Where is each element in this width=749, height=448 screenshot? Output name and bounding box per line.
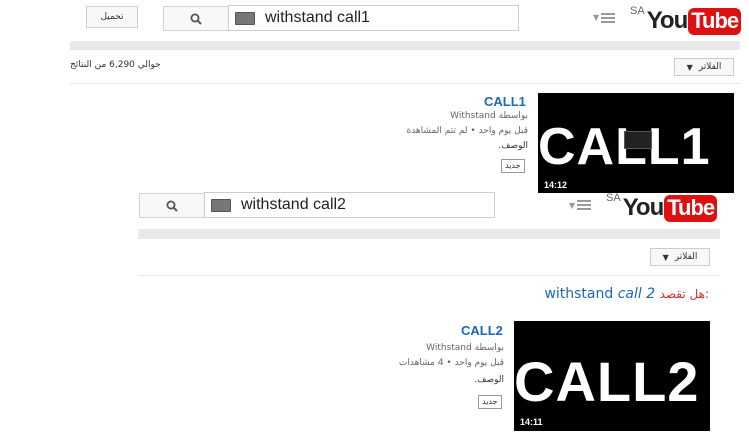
menu-icon[interactable]	[601, 13, 615, 23]
results-divider-2	[138, 275, 720, 276]
new-badge-2: جديد	[478, 395, 502, 409]
video-channel-2[interactable]: بواسطة Withstand	[426, 343, 504, 353]
search-button-2[interactable]	[139, 193, 205, 218]
search-icon	[190, 13, 202, 25]
did-you-mean-plain: withstand	[544, 286, 614, 302]
header-divider-bar	[70, 41, 740, 50]
caret-down-icon: ▼	[686, 62, 693, 72]
results-divider	[70, 83, 740, 84]
video-thumbnail[interactable]: CALL1 14:12	[538, 93, 734, 193]
filter-button-2[interactable]: ▼ الفلاتر	[650, 248, 710, 266]
region-code: SA	[606, 192, 621, 204]
video-thumbnail-2[interactable]: CALL2 14:11	[514, 321, 710, 431]
search-icon	[166, 200, 178, 212]
video-channel[interactable]: بواسطة Withstand	[450, 111, 528, 121]
search-input-2[interactable]: withstand call2	[204, 192, 495, 218]
upload-button[interactable]: تحميل	[86, 6, 138, 28]
youtube-logo[interactable]: SA You Tube	[630, 5, 742, 35]
region-code: SA	[630, 5, 645, 17]
caret-down-icon[interactable]: ▼	[593, 13, 599, 22]
caret-down-icon: ▼	[662, 252, 669, 262]
video-title-link[interactable]: CALL1	[484, 94, 526, 109]
video-stats: قبل يوم واحد • لم تتم المشاهدة	[406, 126, 528, 136]
search-button[interactable]	[163, 6, 229, 31]
filter-label: الفلاتر	[674, 252, 698, 262]
video-stats-2: قبل يوم واحد • 4 مشاهدات	[398, 358, 504, 368]
upload-label: تحميل	[100, 12, 124, 22]
filter-button[interactable]: ▼ الفلاتر	[674, 58, 734, 76]
did-you-mean-prefix: هل تقصد:	[659, 287, 709, 301]
results-count: حوالي 6,290 من النتائج	[70, 60, 161, 70]
logo-tube: Tube	[688, 8, 742, 35]
search-input[interactable]: withstand call1	[228, 5, 519, 31]
thumbnail-inset	[624, 131, 652, 149]
video-duration: 14:12	[544, 180, 568, 190]
search-query-2: withstand call2	[241, 196, 346, 213]
header-divider-bar-2	[138, 229, 720, 239]
filter-label: الفلاتر	[698, 62, 722, 72]
caret-down-icon[interactable]: ▼	[569, 201, 575, 210]
youtube-logo-2[interactable]: SA You Tube	[606, 192, 718, 222]
thumbnail-text-2: CALL2	[514, 350, 700, 413]
did-you-mean-link[interactable]: withstand call 2	[544, 286, 659, 302]
logo-tube: Tube	[664, 195, 718, 222]
logo-you: You	[646, 7, 689, 34]
video-description-2: الوصف.	[474, 375, 504, 385]
did-you-mean: withstand call 2 هل تقصد:	[544, 286, 709, 302]
did-you-mean-italic: call 2	[617, 286, 656, 302]
new-badge: جديد	[501, 159, 525, 173]
keyboard-icon[interactable]	[235, 11, 255, 25]
search-query: withstand call1	[265, 9, 370, 26]
video-description: الوصف.	[498, 141, 528, 151]
keyboard-icon[interactable]	[211, 198, 231, 212]
logo-you: You	[622, 194, 665, 221]
menu-icon[interactable]	[577, 200, 591, 210]
video-title-link-2[interactable]: CALL2	[461, 323, 503, 338]
video-duration-2: 14:11	[520, 417, 543, 427]
